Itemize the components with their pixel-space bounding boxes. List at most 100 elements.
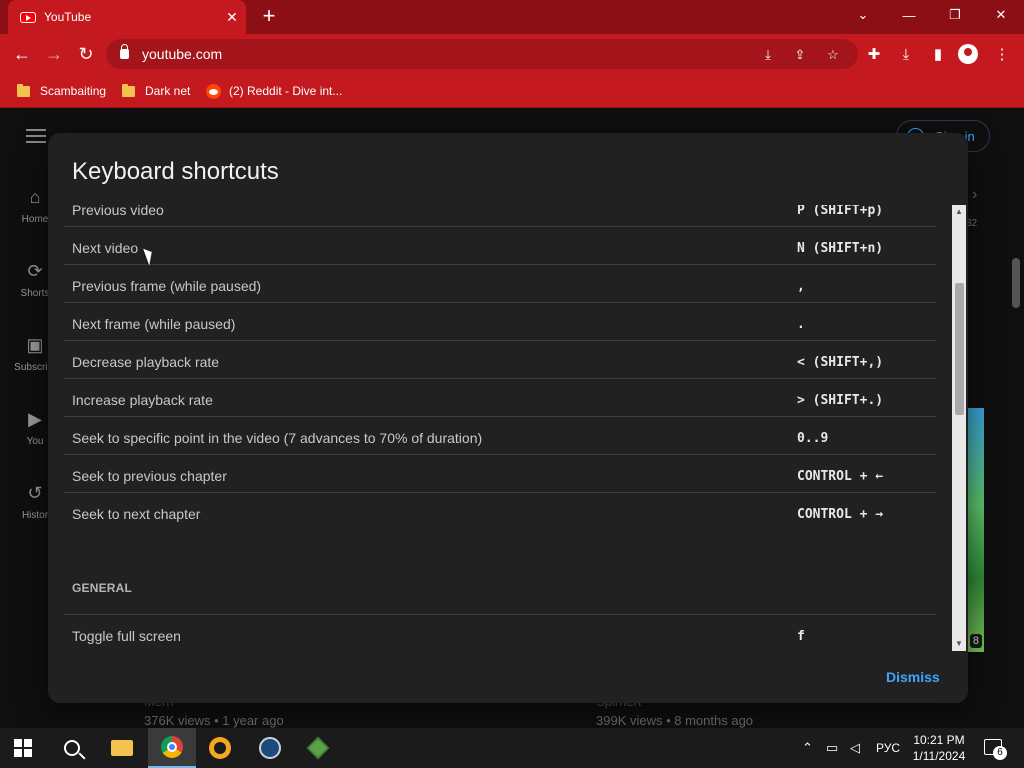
- minimize-button[interactable]: —: [886, 0, 932, 30]
- shorts-icon: ⟳: [27, 261, 43, 281]
- shortcut-row: Decrease playback rate < (SHIFT+,): [64, 341, 936, 379]
- tab-title: YouTube: [44, 10, 92, 24]
- shortcut-keys: 0..9: [797, 431, 829, 446]
- extensions-icon[interactable]: ✚: [862, 42, 886, 66]
- video-meta: 376K views • 1 year ago: [144, 713, 284, 728]
- windows-start-icon[interactable]: [14, 739, 32, 757]
- forward-button[interactable]: →: [41, 41, 67, 67]
- app-icon: [209, 737, 231, 759]
- shortcut-description: Previous frame (while paused): [72, 278, 262, 294]
- shortcut-keys: f: [797, 629, 805, 644]
- bookmark-scambaiting[interactable]: Scambaiting: [17, 82, 106, 100]
- profile-avatar-icon[interactable]: [958, 44, 978, 64]
- menu-icon[interactable]: [26, 129, 46, 143]
- page-scrollbar[interactable]: [1012, 258, 1020, 308]
- shortcut-keys: CONTROL + ←: [797, 469, 884, 484]
- new-tab-button[interactable]: +: [256, 5, 282, 29]
- reddit-icon: [206, 83, 221, 99]
- lock-icon[interactable]: [120, 44, 129, 59]
- shortcut-keys: < (SHIFT+,): [797, 355, 884, 370]
- restore-button[interactable]: ❐: [932, 0, 978, 30]
- shortcut-keys: CONTROL + →: [797, 507, 884, 522]
- scrollbar-thumb[interactable]: [955, 283, 964, 415]
- sidebar-item-label: Shorts: [20, 288, 50, 299]
- shortcut-keys: ,: [797, 279, 805, 294]
- taskbar-file-explorer[interactable]: [98, 728, 146, 768]
- taskbar-search-button[interactable]: [48, 728, 96, 768]
- sidebar-item-label: Home: [21, 214, 49, 225]
- taskbar-minecraft[interactable]: [294, 728, 342, 768]
- keyboard-shortcuts-dialog: Keyboard shortcuts Previous video P (SHI…: [48, 133, 968, 703]
- show-hidden-icons-button[interactable]: ⌃: [802, 728, 813, 768]
- bookmark-dark-net[interactable]: Dark net: [122, 82, 190, 100]
- section-title: GENERAL: [72, 581, 133, 595]
- back-button[interactable]: ←: [9, 41, 35, 67]
- dialog-scrollbar[interactable]: ▲ ▼: [952, 205, 966, 651]
- install-app-icon[interactable]: ⤓: [758, 45, 778, 65]
- share-icon[interactable]: ⇪: [790, 45, 810, 65]
- notifications-icon[interactable]: 6: [984, 739, 1007, 760]
- bookmarks-bar: Scambaiting Dark net (2) Reddit - Dive i…: [0, 74, 1024, 108]
- volume-muted-icon[interactable]: ◁: [850, 728, 860, 768]
- shortcut-description: Decrease playback rate: [72, 354, 220, 370]
- sidebar-item-label: You: [26, 436, 44, 447]
- browser-toolbar: ← → ↻ youtube.com ⤓ ⇪ ☆ ✚ ⤓ ▮ ⋮: [0, 34, 1024, 74]
- language-indicator[interactable]: РУС: [876, 728, 900, 768]
- shortcut-description: Increase playback rate: [72, 392, 213, 408]
- you-icon: ▶: [28, 409, 42, 429]
- search-icon: [64, 740, 80, 756]
- history-icon: ↺: [27, 483, 43, 503]
- network-icon[interactable]: ▭: [826, 728, 838, 768]
- dismiss-button[interactable]: Dismiss: [886, 669, 940, 685]
- windows-taskbar: ⌃ ▭ ◁ РУС 10:21 PM 1/11/2024 6: [0, 728, 1024, 768]
- taskbar-chrome[interactable]: [148, 728, 196, 768]
- bookmark-star-icon[interactable]: ☆: [823, 45, 843, 65]
- browser-tab-youtube[interactable]: YouTube ✕: [8, 0, 246, 34]
- shortcuts-list[interactable]: Previous video P (SHIFT+p) Next video N …: [48, 205, 952, 651]
- shortcut-description: Seek to previous chapter: [72, 468, 227, 484]
- reload-button[interactable]: ↻: [73, 41, 99, 67]
- shortcut-row: Previous frame (while paused) ,: [64, 265, 936, 303]
- shortcut-row: Seek to specific point in the video (7 a…: [64, 417, 936, 455]
- shortcut-description: Seek to specific point in the video (7 a…: [72, 430, 483, 446]
- video-meta: 399K views • 8 months ago: [596, 713, 754, 728]
- scroll-down-arrow-icon[interactable]: ▼: [952, 637, 966, 651]
- shortcut-description: Next video: [72, 240, 139, 256]
- browser-tab-strip: YouTube ✕ + ⌄ — ❐ ✕: [0, 0, 1024, 34]
- clock[interactable]: 10:21 PM 1/11/2024: [904, 732, 974, 764]
- taskbar-steam[interactable]: [246, 728, 294, 768]
- folder-icon: [17, 83, 30, 97]
- clock-date: 1/11/2024: [912, 749, 966, 763]
- shortcut-description: Seek to next chapter: [72, 506, 201, 522]
- subscriptions-icon: ▣: [26, 335, 44, 355]
- duration-badge: 8: [969, 634, 982, 648]
- home-icon: ⌂: [29, 187, 41, 207]
- bookmark-label: Scambaiting: [40, 84, 107, 98]
- downloads-icon[interactable]: ⤓: [894, 42, 918, 66]
- shortcut-row: Seek to previous chapter CONTROL + ←: [64, 455, 936, 493]
- shortcut-keys: P (SHIFT+p): [797, 205, 884, 218]
- chrome-menu-icon[interactable]: ⋮: [990, 42, 1014, 66]
- bookmark-label: (2) Reddit - Dive int...: [229, 84, 343, 98]
- sidebar-item-label: Histor: [21, 510, 49, 521]
- youtube-favicon-icon: [20, 11, 36, 23]
- shortcut-keys: > (SHIFT+.): [797, 393, 884, 408]
- address-bar[interactable]: youtube.com ⤓ ⇪ ☆: [106, 39, 858, 69]
- tab-search-dropdown-button[interactable]: ⌄: [840, 0, 886, 30]
- address-bar-url[interactable]: youtube.com: [142, 46, 222, 62]
- shortcut-description: Previous video: [72, 205, 164, 218]
- shortcut-description: Toggle full screen: [72, 628, 181, 644]
- shortcut-row: Seek to next chapter CONTROL + →: [64, 493, 936, 531]
- minecraft-icon: [306, 736, 330, 760]
- chevron-right-icon[interactable]: ›: [972, 186, 977, 204]
- tab-close-button[interactable]: ✕: [222, 9, 242, 26]
- side-panel-icon[interactable]: ▮: [926, 42, 950, 66]
- section-header-general: GENERAL: [64, 531, 936, 615]
- scroll-up-arrow-icon[interactable]: ▲: [952, 205, 966, 219]
- shortcut-description: Next frame (while paused): [72, 316, 236, 332]
- taskbar-app-orange[interactable]: [196, 728, 244, 768]
- bookmark-reddit[interactable]: (2) Reddit - Dive int...: [206, 82, 342, 100]
- shortcut-row: Next video N (SHIFT+n): [64, 227, 936, 265]
- chrome-icon: [161, 736, 183, 758]
- close-window-button[interactable]: ✕: [978, 0, 1024, 30]
